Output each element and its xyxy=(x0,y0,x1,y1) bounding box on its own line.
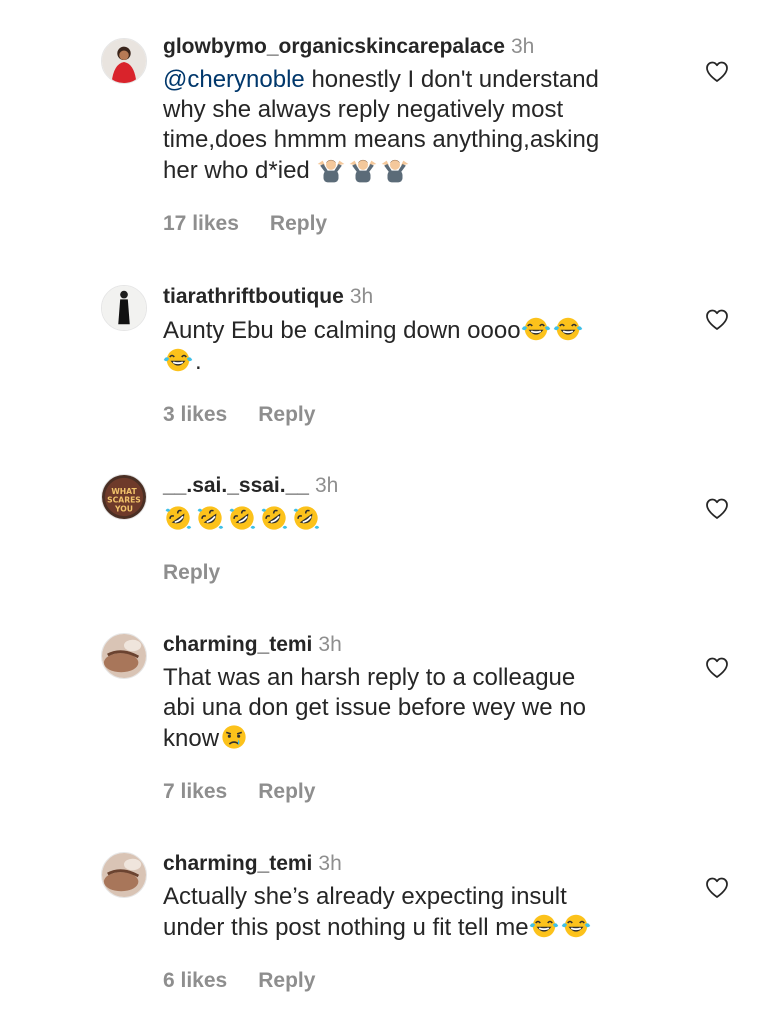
comment-text: Actually she’s already expecting insult … xyxy=(163,882,683,943)
comment-meta: Reply xyxy=(163,559,683,587)
rolling-on-floor-laughing-emoji xyxy=(163,504,193,532)
timestamp[interactable]: 3h xyxy=(315,474,338,497)
avatar[interactable] xyxy=(101,852,147,898)
svg-text:WHAT: WHAT xyxy=(111,487,137,496)
comment-body: glowbymo_organicskincarepalace 3h @cheryn… xyxy=(163,33,683,238)
rolling-on-floor-laughing-emoji xyxy=(291,504,321,532)
face-with-tears-of-joy-emoji xyxy=(163,346,193,374)
person-shrugging-emoji xyxy=(380,155,410,183)
likes-count[interactable]: 7 likes xyxy=(163,778,227,806)
comment-header: charming_temi 3h xyxy=(163,850,683,878)
comment-text-suffix: . xyxy=(195,348,202,375)
face-with-tears-of-joy-emoji xyxy=(561,912,591,940)
comment-text-content: Actually she’s already expecting insult … xyxy=(163,883,567,941)
comment-text: That was an harsh reply to a colleague a… xyxy=(163,663,683,754)
comment-meta: 3 likes Reply xyxy=(163,401,683,429)
heart-outline-icon[interactable] xyxy=(704,497,730,521)
svg-text:SCARES: SCARES xyxy=(107,496,141,505)
avatar[interactable] xyxy=(101,285,147,331)
reply-button[interactable]: Reply xyxy=(163,559,220,587)
comment-text xyxy=(163,504,683,535)
comment-text: @cherynoble honestly I don't understand … xyxy=(163,65,683,186)
heart-outline-icon[interactable] xyxy=(704,656,730,680)
rolling-on-floor-laughing-emoji xyxy=(227,504,257,532)
comment-body: charming_temi 3h Actually she’s already e… xyxy=(163,850,683,995)
likes-count[interactable]: 3 likes xyxy=(163,401,227,429)
face-with-tears-of-joy-emoji xyxy=(553,315,583,343)
timestamp[interactable]: 3h xyxy=(318,633,341,656)
username[interactable]: __.sai._ssai.__ xyxy=(163,474,309,497)
heart-outline-icon[interactable] xyxy=(704,308,730,332)
comment-text-content: Aunty Ebu be calming down oooo xyxy=(163,317,521,344)
svg-text:YOU: YOU xyxy=(114,504,133,513)
likes-count[interactable]: 17 likes xyxy=(163,210,239,238)
username[interactable]: charming_temi xyxy=(163,852,312,875)
comment-meta: 7 likes Reply xyxy=(163,778,683,806)
person-shrugging-emoji xyxy=(348,155,378,183)
face-with-tears-of-joy-emoji xyxy=(521,315,551,343)
likes-count[interactable]: 6 likes xyxy=(163,967,227,995)
avatar[interactable] xyxy=(101,38,147,84)
username[interactable]: tiarathriftboutique xyxy=(163,285,344,308)
comment-body: __.sai._ssai.__ 3h Reply xyxy=(163,472,683,587)
comment-body: charming_temi 3h That was an harsh reply … xyxy=(163,631,683,806)
username[interactable]: glowbymo_organicskincarepalace xyxy=(163,35,505,58)
comment-meta: 17 likes Reply xyxy=(163,210,683,238)
username[interactable]: charming_temi xyxy=(163,633,312,656)
reply-button[interactable]: Reply xyxy=(258,967,315,995)
timestamp[interactable]: 3h xyxy=(350,285,373,308)
mention-link[interactable]: @cherynoble xyxy=(163,66,305,93)
comment-header: charming_temi 3h xyxy=(163,631,683,659)
timestamp[interactable]: 3h xyxy=(318,852,341,875)
comment-header: __.sai._ssai.__ 3h xyxy=(163,472,683,500)
heart-outline-icon[interactable] xyxy=(704,60,730,84)
reply-button[interactable]: Reply xyxy=(258,778,315,806)
face-with-tears-of-joy-emoji xyxy=(529,912,559,940)
comment-body: tiarathriftboutique 3h Aunty Ebu be calmi… xyxy=(163,283,683,429)
crying-face-emoji xyxy=(219,723,249,751)
rolling-on-floor-laughing-emoji xyxy=(195,504,225,532)
comment-text: Aunty Ebu be calming down oooo. xyxy=(163,315,683,377)
timestamp[interactable]: 3h xyxy=(511,35,534,58)
avatar[interactable]: WHAT SCARES YOU xyxy=(101,474,147,520)
reply-button[interactable]: Reply xyxy=(258,401,315,429)
reply-button[interactable]: Reply xyxy=(270,210,327,238)
comment-header: tiarathriftboutique 3h xyxy=(163,283,683,311)
comment-header: glowbymo_organicskincarepalace 3h xyxy=(163,33,683,61)
person-shrugging-emoji xyxy=(316,155,346,183)
avatar[interactable] xyxy=(101,633,147,679)
heart-outline-icon[interactable] xyxy=(704,876,730,900)
comment-meta: 6 likes Reply xyxy=(163,967,683,995)
rolling-on-floor-laughing-emoji xyxy=(259,504,289,532)
